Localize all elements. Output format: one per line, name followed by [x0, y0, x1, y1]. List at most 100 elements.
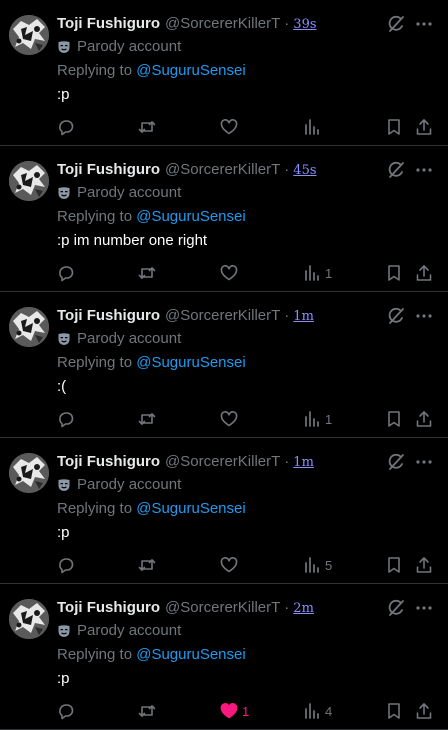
author-handle[interactable]: @SorcererKillerT	[165, 598, 280, 618]
mention-link[interactable]: @SuguruSensei	[136, 500, 245, 517]
avatar[interactable]	[9, 599, 49, 639]
tweet[interactable]: Toji Fushiguro @SorcererKillerT · 1m Par…	[0, 292, 448, 438]
tweet-text: :p	[57, 86, 70, 103]
author-name[interactable]: Toji Fushiguro	[57, 160, 160, 180]
bookmark-button[interactable]	[385, 555, 403, 575]
avatar[interactable]	[9, 453, 49, 493]
repost-button[interactable]	[138, 701, 156, 721]
tweet[interactable]: Toji Fushiguro @SorcererKillerT · 1m Par…	[0, 438, 448, 584]
like-button[interactable]: 1	[220, 701, 249, 721]
action-bar: 1	[0, 261, 448, 285]
grok-icon[interactable]	[386, 452, 406, 472]
views-button[interactable]: 5	[303, 555, 332, 575]
grok-icon[interactable]	[386, 306, 406, 326]
bookmark-icon	[388, 119, 400, 135]
mention-link[interactable]: @SuguruSensei	[136, 62, 245, 79]
more-icon[interactable]	[414, 598, 434, 618]
share-icon	[416, 411, 432, 427]
separator: ·	[284, 599, 290, 616]
repost-button[interactable]	[138, 263, 156, 283]
more-icon[interactable]	[414, 452, 434, 472]
grok-icon[interactable]	[386, 598, 406, 618]
replying-to: Replying to @SuguruSensei	[57, 645, 246, 665]
parody-label: Parody account	[77, 184, 182, 201]
avatar[interactable]	[9, 307, 49, 347]
like-button[interactable]	[220, 117, 242, 137]
tweet-text: :(	[57, 378, 67, 395]
avatar[interactable]	[9, 15, 49, 55]
mention-link[interactable]: @SuguruSensei	[136, 646, 245, 663]
reply-button[interactable]	[57, 555, 75, 575]
mention-link[interactable]: @SuguruSensei	[136, 208, 245, 225]
like-button[interactable]	[220, 555, 242, 575]
bookmark-button[interactable]	[385, 263, 403, 283]
share-button[interactable]	[415, 555, 433, 575]
grok-icon[interactable]	[386, 160, 406, 180]
parody-label: Parody account	[77, 38, 182, 55]
bookmark-icon	[388, 703, 400, 719]
parody-badge: Parody account	[57, 621, 181, 641]
timestamp-link[interactable]: 1m	[293, 453, 314, 473]
reply-button[interactable]	[57, 701, 75, 721]
more-icon[interactable]	[414, 306, 434, 326]
parody-mask-icon	[58, 187, 70, 199]
timestamp-link[interactable]: 1m	[293, 307, 314, 327]
timestamp-link[interactable]: 39s	[293, 15, 316, 35]
share-button[interactable]	[415, 409, 433, 429]
repost-button[interactable]	[138, 117, 156, 137]
views-icon	[305, 119, 319, 135]
share-icon	[416, 265, 432, 281]
views-button[interactable]: 4	[303, 701, 332, 721]
repost-icon	[138, 413, 156, 425]
author-name[interactable]: Toji Fushiguro	[57, 598, 160, 618]
like-icon	[220, 265, 238, 281]
views-button[interactable]: 1	[303, 409, 332, 429]
reply-button[interactable]	[57, 117, 75, 137]
reply-button[interactable]	[57, 409, 75, 429]
action-bar: 1 4	[0, 699, 448, 723]
like-count: 1	[242, 703, 250, 719]
author-name[interactable]: Toji Fushiguro	[57, 306, 160, 326]
reply-button[interactable]	[57, 263, 75, 283]
author-handle[interactable]: @SorcererKillerT	[165, 306, 280, 326]
replying-prefix: Replying to	[57, 646, 133, 663]
timestamp-link[interactable]: 2m	[293, 599, 314, 619]
more-icon[interactable]	[414, 14, 434, 34]
bookmark-button[interactable]	[385, 701, 403, 721]
tweet[interactable]: Toji Fushiguro @SorcererKillerT · 2m Par…	[0, 584, 448, 730]
share-button[interactable]	[415, 701, 433, 721]
tweet[interactable]: Toji Fushiguro @SorcererKillerT · 39s Pa…	[0, 0, 448, 146]
share-button[interactable]	[415, 263, 433, 283]
tweet[interactable]: Toji Fushiguro @SorcererKillerT · 45s Pa…	[0, 146, 448, 292]
like-icon	[220, 411, 238, 427]
author-name[interactable]: Toji Fushiguro	[57, 452, 160, 472]
views-icon	[305, 557, 319, 573]
mention-link[interactable]: @SuguruSensei	[136, 354, 245, 371]
bookmark-button[interactable]	[385, 117, 403, 137]
parody-badge: Parody account	[57, 37, 181, 57]
avatar[interactable]	[9, 161, 49, 201]
share-icon	[416, 703, 432, 719]
author-handle[interactable]: @SorcererKillerT	[165, 452, 280, 472]
more-icon[interactable]	[414, 160, 434, 180]
author-name[interactable]: Toji Fushiguro	[57, 14, 160, 34]
like-button[interactable]	[220, 409, 242, 429]
views-button[interactable]	[303, 117, 325, 137]
bookmark-button[interactable]	[385, 409, 403, 429]
reply-icon	[59, 120, 74, 136]
grok-icon[interactable]	[386, 14, 406, 34]
like-icon	[220, 119, 238, 135]
repost-button[interactable]	[138, 555, 156, 575]
repost-button[interactable]	[138, 409, 156, 429]
reply-feed: Toji Fushiguro @SorcererKillerT · 39s Pa…	[0, 0, 448, 730]
share-button[interactable]	[415, 117, 433, 137]
author-handle[interactable]: @SorcererKillerT	[165, 14, 280, 34]
parody-badge: Parody account	[57, 475, 181, 495]
timestamp-link[interactable]: 45s	[293, 161, 316, 181]
separator: ·	[284, 307, 290, 324]
repost-icon	[138, 121, 156, 133]
author-handle[interactable]: @SorcererKillerT	[165, 160, 280, 180]
like-button[interactable]	[220, 263, 242, 283]
views-button[interactable]: 1	[303, 263, 332, 283]
views-count: 1	[325, 265, 333, 281]
